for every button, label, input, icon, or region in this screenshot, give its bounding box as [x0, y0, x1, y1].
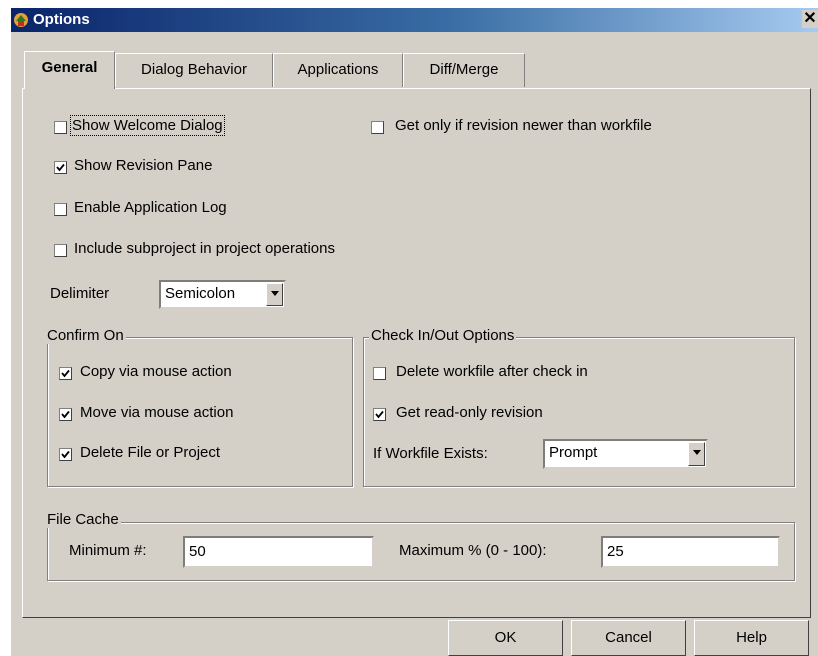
app-icon [14, 13, 28, 27]
checkmark-icon [61, 410, 70, 419]
get-readonly-checkbox[interactable] [373, 408, 386, 421]
get-only-newer-label[interactable]: Get only if revision newer than workfile [395, 117, 652, 134]
chevron-down-icon[interactable] [688, 442, 705, 466]
if-exists-label: If Workfile Exists: [373, 445, 488, 462]
show-welcome-label[interactable]: Show Welcome Dialog [70, 115, 225, 136]
cancel-button[interactable]: Cancel [571, 620, 686, 656]
move-mouse-label[interactable]: Move via mouse action [80, 404, 233, 421]
delete-file-label[interactable]: Delete File or Project [80, 444, 220, 461]
show-welcome-checkbox[interactable] [54, 121, 67, 134]
confirm-on-title: Confirm On [45, 327, 126, 344]
checkinout-title: Check In/Out Options [369, 327, 517, 344]
checkmark-icon [56, 163, 65, 172]
maximum-value: 25 [607, 543, 624, 560]
minimum-label: Minimum #: [69, 542, 147, 559]
options-dialog: Options ✕ General Dialog Behavior Applic… [11, 8, 818, 656]
if-exists-value: Prompt [549, 444, 598, 461]
show-revision-pane-checkbox[interactable] [54, 161, 67, 174]
tab-applications[interactable]: Applications [273, 53, 403, 87]
include-subproject-checkbox[interactable] [54, 244, 67, 257]
show-revision-pane-label[interactable]: Show Revision Pane [74, 157, 212, 174]
move-mouse-checkbox[interactable] [59, 408, 72, 421]
tab-label: Diff/Merge [429, 61, 499, 78]
checkmark-icon [375, 410, 384, 419]
delimiter-select[interactable]: Semicolon [159, 280, 286, 309]
tab-general[interactable]: General [24, 51, 115, 89]
checkmark-icon [61, 369, 70, 378]
delete-workfile-label[interactable]: Delete workfile after check in [396, 363, 588, 380]
checkmark-icon [61, 450, 70, 459]
tab-label: General [41, 59, 98, 76]
enable-app-log-label[interactable]: Enable Application Log [74, 199, 227, 216]
delimiter-value: Semicolon [165, 285, 236, 302]
close-icon[interactable]: ✕ [802, 10, 818, 28]
get-only-newer-checkbox[interactable] [371, 121, 384, 134]
tab-diff-merge[interactable]: Diff/Merge [403, 53, 525, 87]
copy-mouse-checkbox[interactable] [59, 367, 72, 380]
maximum-input[interactable]: 25 [601, 536, 780, 568]
help-button[interactable]: Help [694, 620, 809, 656]
title-bar[interactable]: Options ✕ [11, 8, 818, 32]
delete-workfile-checkbox[interactable] [373, 367, 386, 380]
dialog-title: Options [33, 11, 90, 28]
get-readonly-label[interactable]: Get read-only revision [396, 404, 543, 421]
enable-app-log-checkbox[interactable] [54, 203, 67, 216]
delimiter-label: Delimiter [50, 285, 110, 302]
ok-button[interactable]: OK [448, 620, 563, 656]
maximum-label: Maximum % (0 - 100): [399, 542, 547, 559]
if-exists-select[interactable]: Prompt [543, 439, 708, 469]
include-subproject-label[interactable]: Include subproject in project operations [74, 240, 335, 257]
chevron-down-icon[interactable] [266, 283, 283, 306]
tab-label: Dialog Behavior [141, 61, 247, 78]
delete-file-checkbox[interactable] [59, 448, 72, 461]
file-cache-title: File Cache [45, 511, 121, 528]
tab-label: Applications [297, 61, 379, 78]
tab-dialog-behavior[interactable]: Dialog Behavior [115, 53, 273, 87]
minimum-value: 50 [189, 543, 206, 560]
minimum-input[interactable]: 50 [183, 536, 374, 568]
copy-mouse-label[interactable]: Copy via mouse action [80, 363, 232, 380]
